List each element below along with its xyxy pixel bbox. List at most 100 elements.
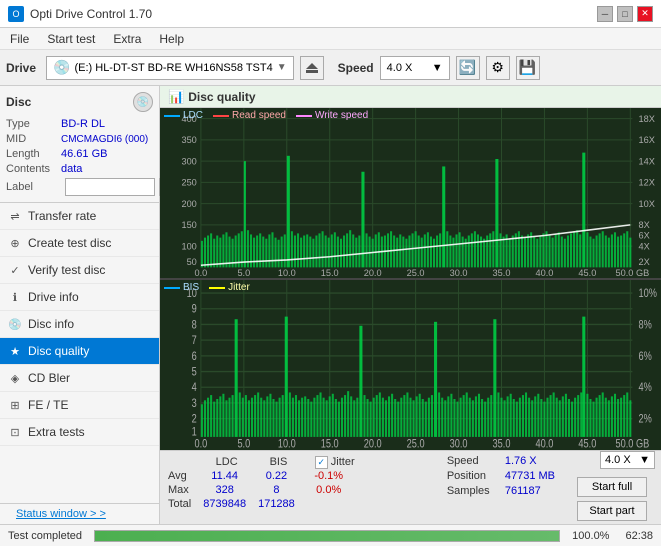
svg-text:50.0 GB: 50.0 GB [616,437,650,450]
disc-type-label: Type [6,118,61,130]
minimize-button[interactable]: ─ [597,6,613,22]
maximize-button[interactable]: □ [617,6,633,22]
eject-icon [305,61,319,75]
total-bis: 171288 [258,497,307,511]
svg-text:20.0: 20.0 [364,268,382,278]
sidebar-item-cd-bler[interactable]: ◈ CD Bler [0,365,159,392]
status-window-link[interactable]: Status window > > [8,504,114,524]
create-test-disc-icon: ⊕ [8,236,22,250]
nav-transfer-rate-label: Transfer rate [28,209,96,223]
svg-text:100: 100 [181,241,196,251]
bis-legend-label: BIS [183,282,199,293]
menu-extra[interactable]: Extra [109,30,145,48]
svg-text:25.0: 25.0 [407,268,425,278]
eject-button[interactable] [300,56,324,80]
app-icon: O [8,6,24,22]
svg-text:350: 350 [181,135,196,145]
read-legend-color [213,115,229,117]
ldc-legend-label: LDC [183,110,203,121]
svg-text:35.0: 35.0 [493,437,511,450]
nav-items: ⇌ Transfer rate ⊕ Create test disc ✓ Ver… [0,203,159,503]
sidebar-item-transfer-rate[interactable]: ⇌ Transfer rate [0,203,159,230]
svg-text:5: 5 [192,365,197,378]
speed-selector[interactable]: 4.0 X ▼ [380,56,450,80]
speed-val: 1.76 X [505,455,555,467]
sidebar-item-verify-test-disc[interactable]: ✓ Verify test disc [0,257,159,284]
speed-and-buttons: 4.0 X ▼ Start full Start part [563,451,661,524]
svg-text:3: 3 [192,397,197,410]
speed-key: Speed [447,455,499,467]
bis-chart-svg: 10 9 8 7 6 5 4 3 2 1 10% 8% 6% 4% 2% [160,280,661,450]
nav-cd-bler-label: CD Bler [28,371,70,385]
stat-speed-selector[interactable]: 4.0 X ▼ [600,451,655,469]
drive-selector[interactable]: 💿 (E:) HL-DT-ST BD-RE WH16NS58 TST4 ▼ [46,56,294,80]
menu-file[interactable]: File [6,30,33,48]
svg-text:10%: 10% [639,287,657,300]
drive-dropdown-arrow: ▼ [277,62,287,73]
sidebar-item-extra-tests[interactable]: ⊡ Extra tests [0,419,159,446]
disc-contents-label: Contents [6,163,61,175]
svg-text:40.0: 40.0 [535,268,553,278]
svg-text:20.0: 20.0 [364,437,382,450]
col-bis-header: BIS [258,455,307,469]
svg-text:2: 2 [192,413,197,426]
start-full-button[interactable]: Start full [577,477,647,497]
sidebar-item-drive-info[interactable]: ℹ Drive info [0,284,159,311]
samples-val: 761187 [505,485,555,497]
svg-text:30.0: 30.0 [450,268,468,278]
titlebar-controls: ─ □ ✕ [597,6,653,22]
jitter-legend-label: Jitter [228,282,250,293]
progress-label: 100.0% [572,530,609,542]
settings-button[interactable]: ⚙ [486,56,510,80]
total-label: Total [168,497,203,511]
nav-disc-info-label: Disc info [28,317,74,331]
left-panel: Disc 💿 Type BD-R DL MID CMCMAGDI6 (000) … [0,86,160,524]
nav-fe-te-label: FE / TE [28,398,68,412]
disc-section: Disc 💿 Type BD-R DL MID CMCMAGDI6 (000) … [0,86,159,203]
disc-label-input[interactable] [65,178,155,196]
drive-value: (E:) HL-DT-ST BD-RE WH16NS58 TST4 [74,62,272,74]
menu-start-test[interactable]: Start test [43,30,99,48]
position-key: Position [447,470,499,482]
svg-text:4%: 4% [639,381,652,394]
menu-help[interactable]: Help [155,30,188,48]
svg-text:5.0: 5.0 [237,268,250,278]
position-val: 47731 MB [505,470,555,482]
stats-table: LDC BIS ✓ Jitter Avg [160,451,439,524]
svg-text:150: 150 [181,220,196,230]
svg-text:6: 6 [192,350,197,363]
speed-value: 4.0 X [387,62,413,74]
svg-text:300: 300 [181,156,196,166]
close-button[interactable]: ✕ [637,6,653,22]
sidebar-item-disc-quality[interactable]: ★ Disc quality [0,338,159,365]
disc-title: Disc [6,95,31,109]
svg-text:6%: 6% [639,350,652,363]
sidebar-item-create-test-disc[interactable]: ⊕ Create test disc [0,230,159,257]
svg-text:45.0: 45.0 [578,437,596,450]
cd-bler-icon: ◈ [8,371,22,385]
save-button[interactable]: 💾 [516,56,540,80]
write-legend-color [296,115,312,117]
drive-info-icon: ℹ [8,290,22,304]
disc-icon-btn[interactable]: 💿 [133,92,153,112]
nav-extra-tests-label: Extra tests [28,425,85,439]
nav-drive-info-label: Drive info [28,290,79,304]
sidebar-item-disc-info[interactable]: 💿 Disc info [0,311,159,338]
svg-text:2%: 2% [639,413,652,426]
svg-text:50.0 GB: 50.0 GB [616,268,650,278]
svg-text:40.0: 40.0 [535,437,553,450]
bis-legend: BIS Jitter [164,282,250,293]
progress-bar-fill [95,531,559,541]
start-part-button[interactable]: Start part [577,501,647,521]
ldc-legend: LDC Read speed Write speed [164,110,368,121]
titlebar-left: O Opti Drive Control 1.70 [8,6,152,22]
sidebar-item-fe-te[interactable]: ⊞ FE / TE [0,392,159,419]
refresh-button[interactable]: 🔄 [456,56,480,80]
chart-header: 📊 Disc quality [160,86,661,108]
nav-verify-test-disc-label: Verify test disc [28,263,105,277]
svg-text:25.0: 25.0 [407,437,425,450]
jitter-checkbox[interactable]: ✓ [315,456,328,469]
right-panel: 📊 Disc quality LDC Read speed [160,86,661,524]
svg-text:50: 50 [187,257,197,267]
write-legend-label: Write speed [315,110,368,121]
